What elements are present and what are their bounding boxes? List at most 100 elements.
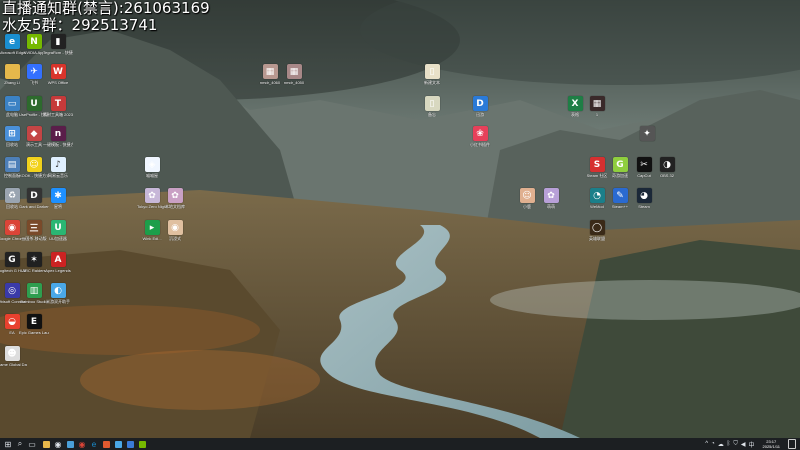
app-icon: S xyxy=(589,157,605,172)
file-icon: ▯ xyxy=(424,96,440,111)
desktop-icon-apex[interactable]: A Apex Legends xyxy=(44,252,72,273)
app-icon xyxy=(102,440,110,448)
taskbar-search-icon[interactable]: ⌕ xyxy=(14,438,26,450)
desktop-icon-red_app[interactable]: ❀ 小红书插件 xyxy=(466,126,494,147)
capcut-icon: ✂ xyxy=(636,157,652,172)
taskbar-app-icon[interactable] xyxy=(112,438,124,450)
excel-icon: X xyxy=(567,96,583,111)
steam-icon: ◕ xyxy=(636,188,652,203)
desktop-icon-mid3[interactable]: ✿ 本地文档库 xyxy=(161,188,189,209)
onekey-icon: n xyxy=(50,126,66,141)
kook-icon: ☺ xyxy=(26,157,42,172)
bluetooth-icon[interactable]: ᛒ xyxy=(727,441,731,447)
desktop-icon-bird[interactable]: ✦ xyxy=(633,126,661,142)
desktop-icon-label: Epic Games Launcher xyxy=(19,330,49,335)
app-icon: ☺ xyxy=(519,188,535,203)
bird-icon: ✦ xyxy=(639,126,655,141)
game-icon: 三 xyxy=(26,220,42,235)
desktop-icon-r4[interactable]: ◑ OBS 32 xyxy=(653,157,681,178)
taskbar-app-icon[interactable] xyxy=(64,438,76,450)
desktop-icon-file1[interactable]: ▯ 新建文本 xyxy=(418,64,446,85)
file-explorer-icon xyxy=(42,440,50,448)
taskbar-file-explorer-icon[interactable] xyxy=(40,438,52,450)
desktop-icon-switch[interactable]: ▮TegraRcm - 快捷方式 xyxy=(43,34,73,55)
taskbar-nvidia-icon[interactable] xyxy=(136,438,148,450)
desktop-icon-label: nmdr_4050 xyxy=(283,80,305,85)
task-view-icon: ▭ xyxy=(28,439,36,449)
network-icon[interactable]: ◔ xyxy=(711,441,715,447)
computer-icon: ▭ xyxy=(4,96,20,111)
cloud-icon[interactable]: ☁ xyxy=(718,441,724,448)
desktop-icon-label: WPS Office xyxy=(47,80,69,85)
recycle-bin-icon: ♻ xyxy=(4,188,20,203)
game-icon: ✿ xyxy=(167,188,183,203)
taskbar-edge-icon[interactable]: e xyxy=(88,438,100,450)
desktop-icon-r9[interactable]: ◕ Steam xyxy=(630,188,658,209)
desktop-icon-label: 英雄联盟 xyxy=(589,236,605,241)
apex-icon: A xyxy=(50,252,66,267)
desktop-icon-wps[interactable]: W WPS Office xyxy=(44,64,72,85)
desktop-icon-gameglobal[interactable]: ☻Game Global Data xyxy=(0,346,27,367)
taskbar-obs-icon[interactable]: ◉ xyxy=(52,438,64,450)
desktop-icon-label: Apex Legends xyxy=(45,268,71,273)
desktop-icon-label: TegraRcm - 快捷方式 xyxy=(43,50,73,55)
desktop-icon-r6[interactable]: ✿ 萌萌 xyxy=(537,188,565,209)
desktop-icon-label: 素材工具箱 2023 - 快... xyxy=(43,112,73,117)
desktop-icon-top2[interactable]: ▦ nmdr_4050 xyxy=(280,64,308,85)
chevron-up-icon[interactable]: ^ xyxy=(705,441,708,447)
desktop-icon-shuangkai[interactable]: ◐ 米游双开助手 xyxy=(44,283,72,304)
star-icon: ✱ xyxy=(50,188,66,203)
notification-center-icon[interactable] xyxy=(788,439,796,449)
lol-icon: ◯ xyxy=(589,220,605,235)
taskbar-app-icon[interactable] xyxy=(100,438,112,450)
ubisoft-icon: ◎ xyxy=(4,283,20,298)
taskbar-windows-start-icon[interactable]: ⊞ xyxy=(2,438,14,450)
volume-icon[interactable]: ◀ xyxy=(741,441,746,448)
chrome-icon: ◉ xyxy=(4,220,20,235)
app-icon: D xyxy=(472,96,488,111)
app-icon: G xyxy=(612,157,628,172)
music-icon: ♪ xyxy=(50,157,66,172)
app-icon: U xyxy=(26,96,42,111)
helper-icon: ◐ xyxy=(50,283,66,298)
desktop-icon-mid1[interactable]: ◈ 喵喵屋 xyxy=(138,157,166,178)
app-icon xyxy=(66,440,74,448)
desktop-icon-label: 网易云音乐 xyxy=(48,173,68,178)
desktop-icon-onekey[interactable]: n一键模板 - 快捷方式 xyxy=(43,126,73,147)
app-icon xyxy=(114,440,122,448)
app-icon: ✎ xyxy=(612,188,628,203)
desktop-icon-label: Steam xyxy=(638,204,650,209)
mountain-valley-landscape xyxy=(0,0,800,438)
desktop-icon-uuacc[interactable]: U UU加速器 xyxy=(44,220,72,241)
taskbar-app-icon[interactable] xyxy=(124,438,136,450)
network-icon: ⊞ xyxy=(4,126,20,141)
desktop-icon-xingjiang[interactable]: ✱ 星将 xyxy=(44,188,72,209)
app-icon xyxy=(126,440,134,448)
tool-icon: T xyxy=(50,96,66,111)
desktop-icon-mid5[interactable]: ◉ 沉浸式 xyxy=(161,220,189,241)
logitech-icon: G xyxy=(4,252,20,267)
desktop-icon-dark_img[interactable]: ▦ 1 xyxy=(583,96,611,117)
desktop-icon-epic[interactable]: EEpic Games Launcher xyxy=(19,314,49,335)
desktop-icon-label: 本地文档库 xyxy=(165,204,185,209)
taskbar-task-view-icon[interactable]: ▭ xyxy=(26,438,38,450)
app-icon: ◔ xyxy=(589,188,605,203)
taskbar-clock[interactable]: 23:17 2025/1/11 xyxy=(763,439,781,449)
desktop-icon-app_d[interactable]: D 迅游 xyxy=(466,96,494,117)
windows-start-icon: ⊞ xyxy=(4,439,12,449)
taskbar-chrome-icon[interactable]: ◉ xyxy=(76,438,88,450)
desktop-icon-label: 喵喵屋 xyxy=(146,173,158,178)
epic-icon: E xyxy=(26,314,42,329)
desktop-icon-file2[interactable]: ▯ 备忘 xyxy=(418,96,446,117)
desktop-icon-wangyi[interactable]: ♪ 网易云音乐 xyxy=(44,157,72,178)
folder-icon xyxy=(4,64,20,79)
ime-icon[interactable]: 中 xyxy=(748,440,754,449)
person-icon: ☻ xyxy=(4,346,20,361)
game-icon: D xyxy=(26,188,42,203)
desktop-icon-tool2023[interactable]: T素材工具箱 2023 - 快... xyxy=(43,96,73,117)
desktop-icon-label: 米游双开助手 xyxy=(46,299,70,304)
uu-icon: U xyxy=(50,220,66,235)
desktop-icon-r10[interactable]: ◯ 英雄联盟 xyxy=(583,220,611,241)
shield-icon[interactable]: ⛉ xyxy=(733,441,738,448)
desktop-icon-label: Game Global Data xyxy=(0,362,27,367)
